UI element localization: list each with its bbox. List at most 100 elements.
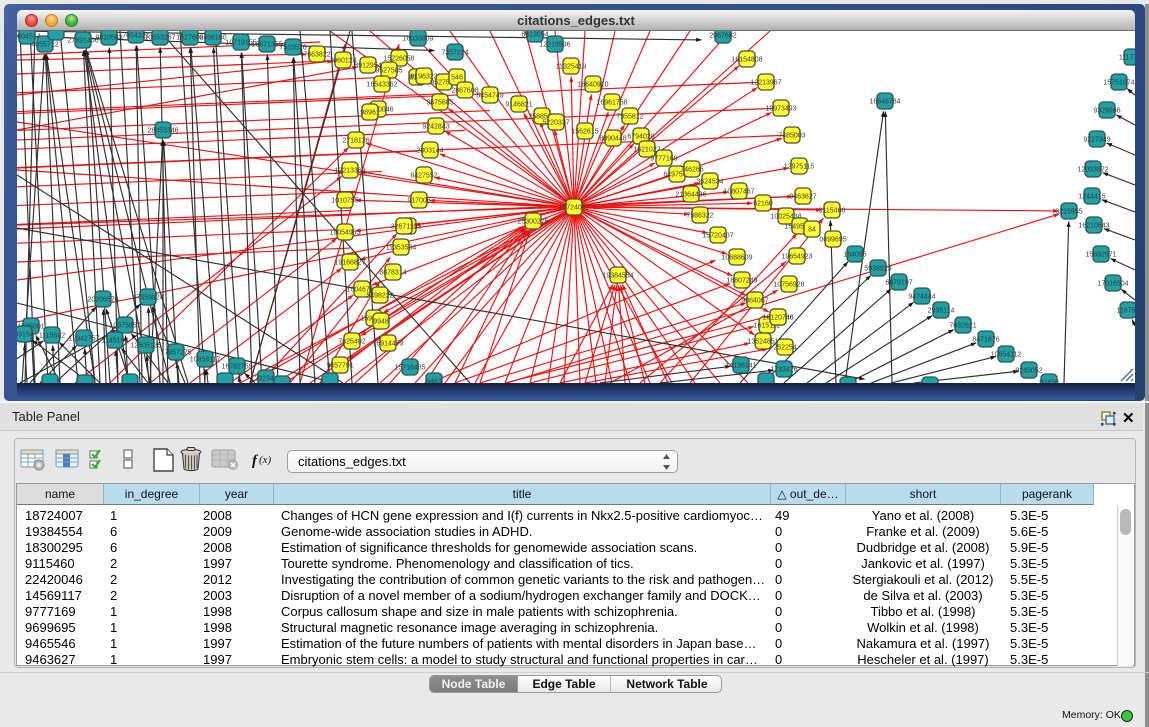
svg-text:16210643: 16210643: [1078, 223, 1109, 230]
svg-text:10958117: 10958117: [190, 357, 221, 364]
svg-text:39154: 39154: [17, 332, 34, 339]
svg-text:7357224: 7357224: [441, 50, 468, 57]
svg-text:3267110: 3267110: [391, 224, 418, 231]
svg-text:8878314: 8878314: [379, 270, 406, 277]
svg-text:15692971: 15692971: [1085, 252, 1116, 259]
svg-text:2867608: 2867608: [451, 88, 478, 95]
svg-text:17957275: 17957275: [160, 350, 191, 357]
svg-text:12213369: 12213369: [334, 168, 365, 175]
svg-text:8471676: 8471676: [972, 337, 999, 344]
svg-text:16914479: 16914479: [372, 341, 403, 348]
svg-text:18807249: 18807249: [726, 278, 757, 285]
svg-text:9084067: 9084067: [741, 298, 768, 305]
svg-text:12342757: 12342757: [68, 336, 99, 343]
svg-text:18724007: 18724007: [558, 205, 589, 212]
svg-text:9329966: 9329966: [1093, 108, 1120, 115]
svg-text:(x): (x): [259, 454, 272, 466]
svg-text:1145194: 1145194: [102, 338, 129, 345]
svg-text:2718126: 2718126: [342, 138, 369, 145]
svg-text:3624534: 3624534: [696, 179, 723, 186]
svg-text:19384554: 19384554: [602, 273, 633, 280]
svg-text:4055712: 4055712: [31, 42, 58, 49]
svg-text:8990448: 8990448: [599, 136, 626, 143]
svg-text:1010755: 1010755: [331, 198, 358, 205]
svg-text:9810583: 9810583: [95, 35, 122, 42]
svg-text:19054985: 19054985: [329, 230, 360, 237]
svg-text:16640910: 16640910: [577, 82, 608, 89]
svg-text:8215955: 8215955: [1055, 209, 1082, 216]
svg-text:8427552: 8427552: [410, 173, 437, 180]
svg-text:15716485: 15716485: [394, 365, 425, 372]
svg-text:1733426: 1733426: [770, 367, 797, 374]
svg-text:3675685: 3675685: [426, 100, 453, 107]
svg-text:16648784: 16648784: [869, 99, 900, 106]
svg-text:7955812: 7955812: [616, 114, 643, 121]
svg-text:16782759: 16782759: [221, 364, 252, 371]
svg-text:7632621: 7632621: [949, 323, 976, 330]
svg-text:17359924: 17359924: [132, 295, 163, 302]
svg-text:9463627: 9463627: [789, 194, 816, 201]
svg-text:9227349: 9227349: [1083, 137, 1110, 144]
svg-text:28053346: 28053346: [147, 128, 178, 135]
svg-text:16033809: 16033809: [402, 36, 433, 43]
svg-text:2087682: 2087682: [709, 33, 736, 40]
svg-text:84: 84: [808, 227, 816, 234]
svg-text:16154808: 16154808: [731, 57, 762, 64]
svg-text:1117755: 1117755: [1119, 55, 1135, 62]
svg-text:10975857: 10975857: [109, 323, 140, 330]
svg-text:12505135: 12505135: [130, 343, 161, 350]
svg-text:116753: 116753: [1117, 308, 1135, 315]
svg-text:1244415: 1244415: [1078, 194, 1105, 201]
svg-text:8454749: 8454749: [476, 93, 503, 100]
svg-text:10654112: 10654112: [991, 352, 1022, 359]
svg-text:9245052: 9245052: [1015, 368, 1042, 375]
svg-text:10653267: 10653267: [144, 35, 175, 42]
svg-text:9777169: 9777169: [650, 156, 677, 163]
svg-text:6794028: 6794028: [627, 134, 654, 141]
svg-text:5938923: 5938923: [864, 266, 891, 273]
svg-text:9457791: 9457791: [326, 363, 353, 370]
svg-text:10973493: 10973493: [765, 106, 796, 113]
svg-text:8813054: 8813054: [521, 32, 548, 39]
svg-text:7485003: 7485003: [778, 133, 805, 140]
svg-text:12213967: 12213967: [750, 80, 781, 87]
svg-text:11353594: 11353594: [386, 245, 417, 252]
svg-text:9146821: 9146821: [505, 102, 532, 109]
svg-text:6879197: 6879197: [885, 280, 912, 287]
svg-text:16543362: 16543362: [366, 82, 397, 89]
svg-text:12093872: 12093872: [1077, 167, 1108, 174]
svg-text:20206576: 20206576: [87, 297, 118, 304]
svg-text:546: 546: [451, 75, 463, 82]
svg-text:12218596: 12218596: [539, 42, 570, 49]
svg-text:7625402: 7625402: [338, 339, 365, 346]
svg-text:16671355: 16671355: [251, 42, 282, 49]
svg-text:62160: 62160: [753, 201, 773, 208]
svg-text:19654923: 19654923: [781, 254, 812, 261]
svg-text:917006: 917006: [407, 198, 430, 205]
svg-text:1115682: 1115682: [39, 333, 65, 340]
svg-text:15751074: 15751074: [1103, 80, 1134, 87]
svg-text:27691406: 27691406: [67, 38, 98, 45]
svg-text:6466160: 6466160: [199, 35, 226, 42]
svg-text:12975115: 12975115: [784, 164, 815, 171]
svg-text:7515526: 7515526: [279, 45, 306, 52]
svg-text:3960124: 3960124: [329, 58, 356, 65]
svg-text:10688609: 10688609: [721, 255, 752, 262]
svg-text:7986322: 7986322: [686, 213, 713, 220]
svg-text:252254: 252254: [773, 345, 796, 352]
svg-text:9242843: 9242843: [422, 124, 449, 131]
svg-text:f: f: [252, 453, 259, 469]
svg-text:16961758: 16961758: [596, 100, 627, 107]
svg-text:164095: 164095: [843, 252, 866, 259]
svg-text:9948: 9948: [373, 319, 389, 326]
svg-text:10756928: 10756928: [773, 282, 804, 289]
svg-text:746266: 746266: [680, 167, 703, 174]
svg-text:15720407: 15720407: [702, 233, 733, 240]
svg-text:5498222: 5498222: [366, 293, 393, 300]
svg-text:9527505: 9527505: [375, 68, 402, 75]
svg-text:14136141: 14136141: [725, 363, 756, 370]
svg-text:98961: 98961: [360, 110, 380, 117]
svg-text:25300275: 25300275: [517, 219, 548, 226]
svg-text:7663822: 7663822: [303, 52, 330, 59]
svg-text:9115460: 9115460: [819, 208, 846, 215]
